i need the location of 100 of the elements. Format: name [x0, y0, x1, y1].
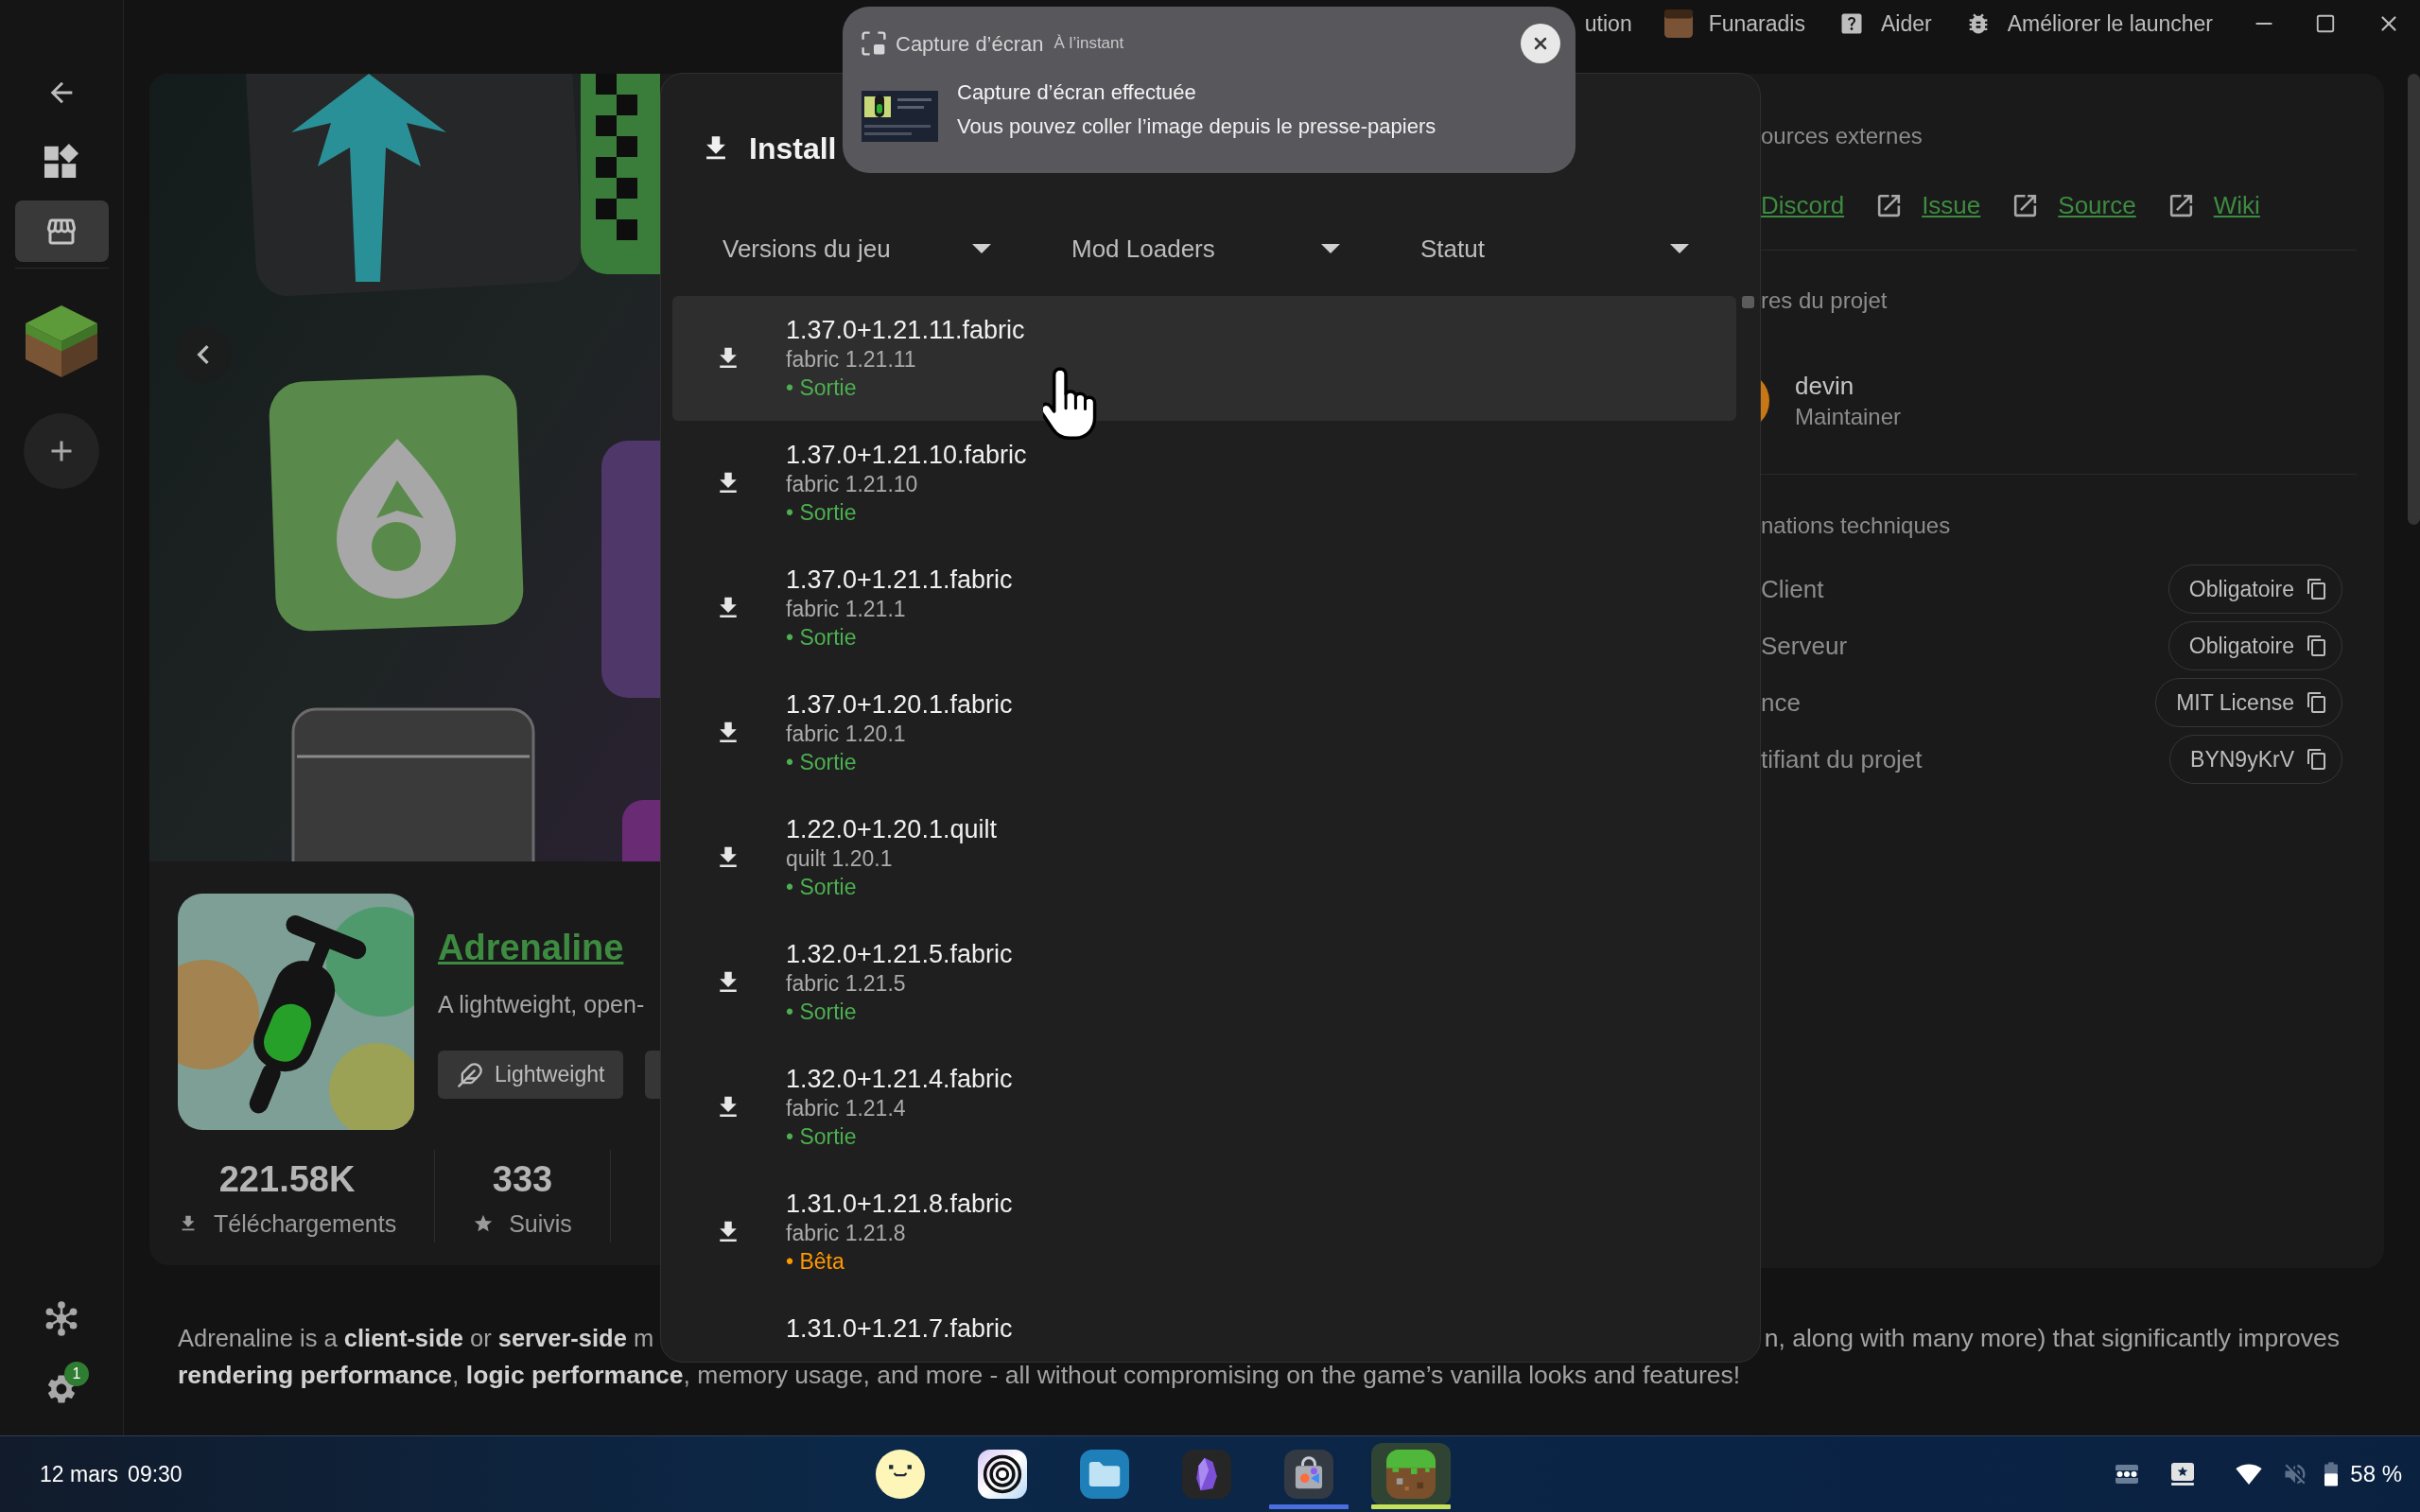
syringe-logo-icon	[178, 894, 414, 1130]
stat-label: Téléchargements	[214, 1209, 397, 1239]
external-link[interactable]: Discord	[1761, 188, 1845, 222]
external-link[interactable]: Wiki	[2213, 188, 2260, 222]
version-name: 1.37.0+1.21.10.fabric	[786, 441, 1027, 469]
loader-version: fabric 1.21.10	[786, 471, 919, 498]
caret-down-icon	[1321, 244, 1340, 253]
member-role: Maintainer	[1795, 403, 1902, 431]
filter-dropdown[interactable]: Statut	[1402, 225, 1700, 272]
dialog-title: Install	[749, 130, 837, 167]
nav-item[interactable]	[14, 200, 109, 262]
section-heading: res du projet	[1761, 287, 1888, 315]
avatar-icon	[1761, 380, 1769, 422]
notification-title: Capture d’écran effectuée	[957, 79, 1197, 106]
loader-version: fabric 1.21.5	[786, 970, 907, 998]
description-text: rendering performance, logic performance, memory usage, and more - all without compromising on the game’s vanilla looks and features!	[178, 1360, 1741, 1391]
date-text[interactable]: 12 mars	[40, 1457, 119, 1491]
screenshot-icon	[862, 31, 886, 56]
release-status: • Sortie	[786, 999, 858, 1025]
star-icon	[473, 1213, 495, 1234]
scrollbar-thumb[interactable]	[1742, 296, 1754, 308]
stat-value: 333	[492, 1158, 553, 1200]
widgets-icon	[44, 143, 78, 178]
top-bar-link[interactable]: ution	[1584, 7, 1632, 41]
external-link[interactable]: Source	[2058, 188, 2136, 222]
feather-icon	[457, 1061, 483, 1088]
battery-percent: 58 %	[2350, 1460, 2402, 1488]
loader-version: fabric 1.21.1	[786, 596, 907, 623]
notification-time: À l’instant	[1053, 33, 1124, 55]
version-row[interactable]: 1.37.0+1.20.1.fabric fabric 1.20.1 • Sortie	[672, 670, 1736, 795]
feedback-button[interactable]: Améliorer le launcher	[1964, 7, 2213, 41]
member-name: devin	[1795, 371, 1855, 402]
release-status: • Sortie	[786, 374, 858, 401]
star-tray-icon[interactable]	[2171, 1463, 2195, 1486]
info-label: tifiant du projet	[1761, 744, 1923, 775]
description-text: n, along with many more) that significantly improves	[1764, 1323, 2340, 1354]
crystal-icon	[1182, 1450, 1231, 1499]
section-heading: nations techniques	[1761, 512, 1951, 540]
tag-chip[interactable]: Lightweight	[438, 1051, 624, 1099]
copy-icon	[2306, 748, 2328, 771]
account-button[interactable]: Funaradis	[1663, 7, 1805, 41]
close-button[interactable]	[1521, 24, 1560, 63]
release-status: • Sortie	[786, 874, 858, 900]
loader-version: fabric 1.20.1	[786, 721, 907, 748]
copy-icon	[2306, 578, 2328, 600]
notification-badge: 1	[64, 1362, 89, 1386]
version-name: 1.37.0+1.21.1.fabric	[786, 565, 1013, 594]
release-status: • Sortie	[786, 499, 858, 526]
version-row[interactable]: 1.22.0+1.20.1.quilt quilt 1.20.1 • Sortie	[672, 795, 1736, 920]
network-icon[interactable]	[45, 1301, 78, 1336]
version-name: 1.37.0+1.20.1.fabric	[786, 690, 1013, 719]
avatar-icon	[1663, 9, 1693, 38]
version-row[interactable]: 1.37.0+1.21.11.fabric fabric 1.21.11 • Sortie	[672, 296, 1736, 421]
caret-down-icon	[972, 244, 991, 253]
version-row[interactable]: 1.31.0+1.21.8.fabric fabric 1.21.8 • Bêta	[672, 1170, 1736, 1295]
copy-icon	[2306, 691, 2328, 714]
grass-block-icon	[1386, 1450, 1436, 1499]
grass-block-icon[interactable]	[26, 305, 97, 377]
version-name: 1.31.0+1.21.8.fabric	[786, 1190, 1013, 1218]
battery-icon	[2324, 1462, 2339, 1486]
loader-version: quilt 1.20.1	[786, 845, 894, 873]
maximize-icon[interactable]	[2315, 13, 2336, 34]
loader-version: fabric 1.21.11	[786, 346, 917, 374]
stat-value: 221.58K	[218, 1158, 356, 1200]
version-row[interactable]: 1.31.0+1.21.7.fabric	[672, 1295, 1736, 1362]
release-status: • Sortie	[786, 749, 858, 775]
project-title-link[interactable]: Adrenaline	[438, 925, 624, 970]
project-summary: A lightweight, open-	[438, 990, 646, 1019]
description-text: Adrenaline is a client-side or server-side m	[178, 1324, 654, 1353]
help-button[interactable]: Aider	[1837, 7, 1932, 41]
release-status: • Bêta	[786, 1248, 845, 1275]
release-status: • Sortie	[786, 624, 858, 651]
info-label: nce	[1761, 687, 1801, 719]
loader-version: fabric 1.21.4	[786, 1095, 907, 1122]
release-status: • Sortie	[786, 1123, 858, 1150]
info-label: Serveur	[1761, 631, 1848, 662]
scrollbar-thumb[interactable]	[2408, 74, 2420, 525]
notification-message: Vous pouvez coller l’image depuis le presse-papiers	[957, 113, 1436, 140]
version-name: 1.31.0+1.21.7.fabric	[786, 1314, 1013, 1343]
clock-text[interactable]: 09:30	[128, 1457, 183, 1491]
version-row[interactable]: 1.37.0+1.21.10.fabric fabric 1.21.10 • Sortie	[672, 421, 1736, 546]
external-link[interactable]: Issue	[1922, 188, 1981, 222]
version-name: 1.37.0+1.21.11.fabric	[786, 316, 1025, 344]
version-row[interactable]: 1.32.0+1.21.5.fabric fabric 1.21.5 • Sortie	[672, 920, 1736, 1045]
notification-app: Capture d’écran	[896, 30, 1044, 58]
copy-icon	[2306, 634, 2328, 657]
version-row[interactable]: 1.32.0+1.21.4.fabric fabric 1.21.4 • Sortie	[672, 1045, 1736, 1170]
version-name: 1.32.0+1.21.4.fabric	[786, 1065, 1013, 1093]
rings-icon	[978, 1450, 1027, 1499]
version-name: 1.22.0+1.20.1.quilt	[786, 815, 997, 843]
loader-version: fabric 1.21.8	[786, 1220, 907, 1247]
info-label: Client	[1761, 574, 1824, 605]
version-row[interactable]: 1.37.0+1.21.1.fabric fabric 1.21.1 • Sortie	[672, 546, 1736, 670]
dots-bar-icon[interactable]	[2115, 1465, 2139, 1484]
version-name: 1.32.0+1.21.5.fabric	[786, 940, 1013, 968]
shopping-bag-icon	[1284, 1450, 1333, 1499]
filter-dropdown[interactable]: Mod Loaders	[1053, 225, 1351, 272]
filter-dropdown[interactable]: Versions du jeu	[704, 225, 1002, 272]
section-heading: ources externes	[1761, 122, 1923, 150]
folder-icon	[1080, 1450, 1129, 1499]
